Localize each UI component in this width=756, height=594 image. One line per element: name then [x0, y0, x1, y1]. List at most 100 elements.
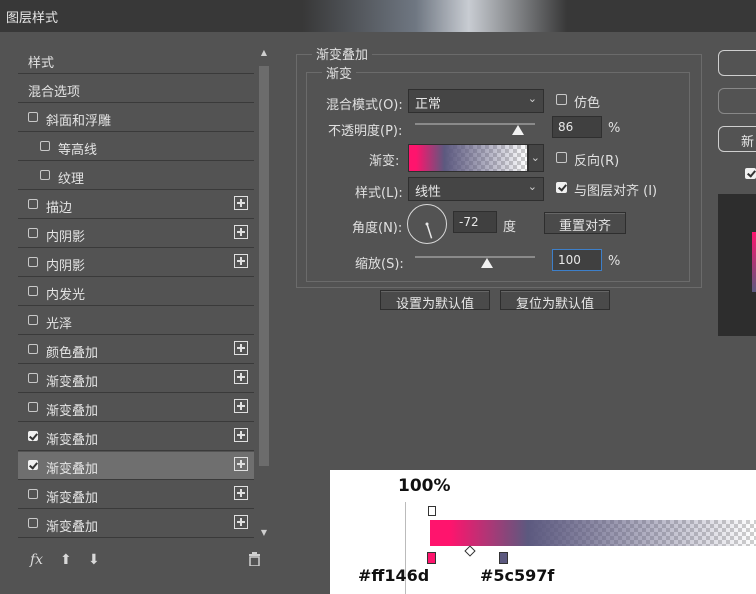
- sidebar-item-checkbox[interactable]: [40, 170, 50, 180]
- ok-button[interactable]: [718, 50, 756, 76]
- trash-icon[interactable]: [248, 552, 261, 570]
- style-preview-thumbnail: [718, 194, 756, 336]
- sidebar-item[interactable]: 纹理: [18, 162, 254, 190]
- align-with-layer-checkbox[interactable]: [556, 182, 567, 193]
- opacity-slider-knob[interactable]: [512, 125, 525, 135]
- sidebar-item[interactable]: 渐变叠加: [18, 423, 254, 451]
- sidebar-item[interactable]: 渐变叠加: [18, 452, 254, 480]
- sidebar-item-checkbox[interactable]: [28, 431, 38, 441]
- sidebar-item-label: 纹理: [58, 172, 85, 187]
- add-effect-icon[interactable]: [234, 486, 248, 500]
- arrow-down-icon[interactable]: ⬇: [88, 552, 100, 568]
- sidebar-item-label: 渐变叠加: [46, 491, 99, 506]
- sidebar-item-checkbox[interactable]: [28, 518, 38, 528]
- angle-dial-needle: [425, 222, 433, 239]
- add-effect-icon[interactable]: [234, 254, 248, 268]
- sidebar-item[interactable]: 渐变叠加: [18, 510, 254, 538]
- gradient-preview-fill: [409, 145, 527, 171]
- styles-list: 样式 混合选项 斜面和浮雕 等高线 纹理 描边 内阴影 内阴影 内发光 光泽 颜色叠加 渐变叠加 渐变叠…: [18, 46, 256, 540]
- reset-alignment-button[interactable]: 重置对齐: [544, 212, 626, 234]
- sidebar-item[interactable]: 样式: [18, 46, 254, 74]
- sidebar-item-checkbox[interactable]: [28, 112, 38, 122]
- gradient-midpoint-marker[interactable]: [464, 545, 476, 557]
- sidebar-item-checkbox[interactable]: [28, 199, 38, 209]
- add-effect-icon[interactable]: [234, 370, 248, 384]
- sidebar-item[interactable]: 渐变叠加: [18, 365, 254, 393]
- sidebar-item[interactable]: 渐变叠加: [18, 394, 254, 422]
- sidebar-item[interactable]: 等高线: [18, 133, 254, 161]
- color-stop-2-hex: #5c597f: [480, 566, 555, 585]
- add-effect-icon[interactable]: [234, 225, 248, 239]
- cancel-button[interactable]: [718, 88, 756, 114]
- sidebar-item-checkbox[interactable]: [28, 315, 38, 325]
- sidebar-item[interactable]: 渐变叠加: [18, 481, 254, 509]
- angle-label: 角度(N):: [352, 221, 403, 236]
- color-stop-marker-1[interactable]: [427, 552, 436, 564]
- sidebar-item-checkbox[interactable]: [28, 344, 38, 354]
- scroll-up-icon[interactable]: ▲: [259, 48, 269, 58]
- sidebar-item[interactable]: 混合选项: [18, 75, 254, 103]
- sidebar-item-checkbox[interactable]: [28, 257, 38, 267]
- sidebar-item-label: 渐变叠加: [46, 462, 99, 477]
- sidebar-item-checkbox[interactable]: [28, 286, 38, 296]
- sidebar-item[interactable]: 光泽: [18, 307, 254, 335]
- preview-checkbox[interactable]: [745, 168, 756, 179]
- scrollbar-thumb[interactable]: [259, 66, 269, 466]
- sidebar-item[interactable]: 内发光: [18, 278, 254, 306]
- scale-input[interactable]: 100: [552, 249, 602, 271]
- add-effect-icon[interactable]: [234, 341, 248, 355]
- angle-dial[interactable]: [407, 204, 447, 244]
- set-default-button[interactable]: 设置为默认值: [380, 290, 490, 312]
- blend-mode-value: 正常: [415, 97, 442, 112]
- sidebar-item-checkbox[interactable]: [40, 141, 50, 151]
- gradient-dropdown[interactable]: ⌄: [528, 144, 544, 172]
- arrow-up-icon[interactable]: ⬆: [60, 552, 72, 568]
- scale-unit: %: [608, 254, 621, 269]
- add-effect-icon[interactable]: [234, 428, 248, 442]
- sidebar-item[interactable]: 颜色叠加: [18, 336, 254, 364]
- sidebar-item-label: 渐变叠加: [46, 404, 99, 419]
- sidebar-item-label: 内阴影: [46, 259, 86, 274]
- scale-slider-knob[interactable]: [481, 258, 493, 268]
- add-effect-icon[interactable]: [234, 457, 248, 471]
- fx-icon[interactable]: fx: [30, 552, 43, 568]
- add-effect-icon[interactable]: [234, 515, 248, 529]
- chevron-down-icon: ⌄: [527, 92, 537, 105]
- opacity-input[interactable]: 86: [552, 116, 602, 138]
- add-effect-icon[interactable]: [234, 399, 248, 413]
- sidebar-item-label: 等高线: [58, 143, 98, 158]
- new-style-label: 新: [741, 135, 755, 150]
- sidebar-item[interactable]: 内阴影: [18, 220, 254, 248]
- dither-label: 仿色: [574, 96, 601, 111]
- reverse-label: 反向(R): [574, 154, 620, 169]
- styles-footer-toolbar: fx ⬆ ⬇: [22, 552, 272, 576]
- sidebar-item-checkbox[interactable]: [28, 402, 38, 412]
- color-stop-marker-2[interactable]: [499, 552, 508, 564]
- gradient-preview[interactable]: [408, 144, 528, 172]
- style-select[interactable]: 线性 ⌄: [408, 177, 544, 201]
- sidebar-item-label: 斜面和浮雕: [46, 114, 112, 129]
- blend-mode-select[interactable]: 正常 ⌄: [408, 89, 544, 113]
- add-effect-icon[interactable]: [234, 196, 248, 210]
- scale-slider-track[interactable]: [415, 256, 535, 258]
- scroll-down-icon[interactable]: ▼: [259, 528, 269, 538]
- new-style-button[interactable]: 新: [718, 126, 756, 152]
- sidebar-item-label: 描边: [46, 201, 73, 216]
- reverse-checkbox[interactable]: [556, 152, 567, 163]
- sidebar-item-checkbox[interactable]: [28, 373, 38, 383]
- sidebar-item-checkbox[interactable]: [28, 460, 38, 470]
- angle-input[interactable]: -72: [453, 211, 497, 233]
- angle-unit: 度: [503, 220, 517, 235]
- sidebar-item[interactable]: 描边: [18, 191, 254, 219]
- layer-style-dialog: 图层样式 样式 混合选项 斜面和浮雕 等高线 纹理 描边 内阴影 内阴影 内发光 光泽 颜色叠加 渐变…: [0, 0, 756, 594]
- reset-default-button[interactable]: 复位为默认值: [500, 290, 610, 312]
- opacity-stop-marker[interactable]: [428, 506, 436, 516]
- styles-list-scrollbar[interactable]: ▲ ▼: [258, 46, 270, 540]
- gradient-editor-bar[interactable]: [430, 520, 756, 546]
- dither-checkbox[interactable]: [556, 94, 567, 105]
- opacity-stop-label: 100%: [398, 476, 451, 496]
- sidebar-item-checkbox[interactable]: [28, 489, 38, 499]
- sidebar-item[interactable]: 内阴影: [18, 249, 254, 277]
- sidebar-item[interactable]: 斜面和浮雕: [18, 104, 254, 132]
- sidebar-item-checkbox[interactable]: [28, 228, 38, 238]
